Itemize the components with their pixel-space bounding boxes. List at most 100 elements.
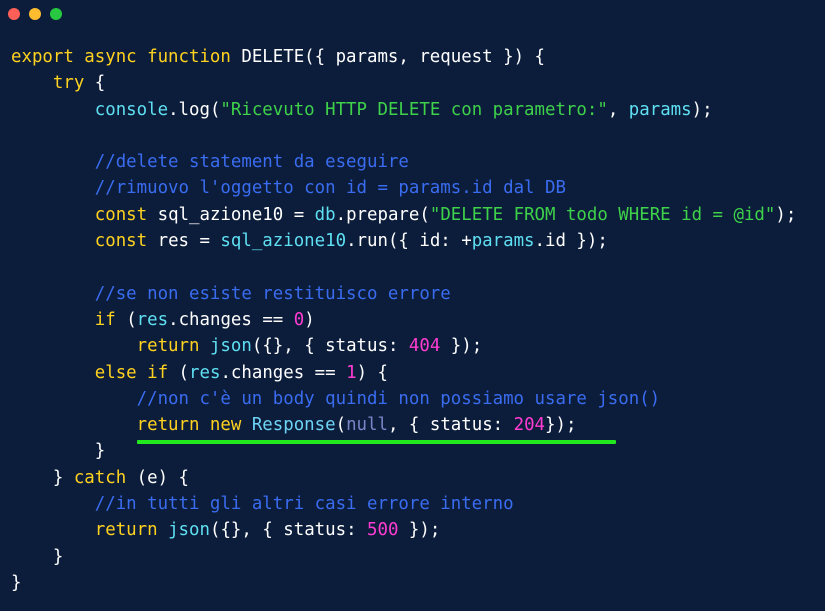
close-dot-icon[interactable] bbox=[8, 8, 20, 20]
code-line: try { bbox=[11, 70, 796, 96]
code-token: .log( bbox=[168, 99, 221, 120]
code-token: ( bbox=[115, 309, 137, 330]
code-token: //delete statement da eseguire bbox=[94, 152, 409, 173]
maximize-dot-icon[interactable] bbox=[50, 8, 62, 20]
code-token: } bbox=[11, 572, 22, 593]
code-token: .changes == bbox=[168, 309, 294, 330]
code-line: } catch (e) { bbox=[11, 465, 796, 491]
code-token: if bbox=[94, 309, 116, 330]
code-line: //delete statement da eseguire bbox=[11, 149, 796, 175]
code-token: (e) { bbox=[126, 467, 190, 488]
code-line: //se non esiste restituisco errore bbox=[11, 281, 796, 307]
code-token: return bbox=[94, 520, 158, 541]
code-token: res bbox=[136, 309, 169, 330]
code-token: , bbox=[607, 99, 629, 120]
code-token: console bbox=[94, 99, 169, 120]
code-line: return json({}, { status: 404 }); bbox=[11, 333, 796, 359]
code-token: db bbox=[314, 204, 336, 225]
minimize-dot-icon[interactable] bbox=[29, 8, 41, 20]
code-token: DELETE({ params, request }) { bbox=[241, 47, 545, 67]
code-line: //rimuovo l'oggetto con id = params.id d… bbox=[11, 175, 796, 201]
code-token: res bbox=[189, 362, 221, 383]
code-token: export async function bbox=[11, 47, 242, 67]
code-line: console.log("Ricevuto HTTP DELETE con pa… bbox=[11, 97, 796, 123]
code-token: 204 bbox=[513, 415, 546, 436]
code-token: }); bbox=[545, 415, 577, 436]
code-token: //in tutti gli altri casi errore interno bbox=[94, 494, 514, 515]
code-token: params bbox=[628, 99, 692, 120]
code-line: return json({}, { status: 500 }); bbox=[11, 517, 796, 543]
code-token: json bbox=[168, 520, 210, 541]
code-line: const sql_azione10 = db.prepare("DELETE … bbox=[11, 202, 797, 228]
code-token: sql_azione10 bbox=[220, 231, 347, 252]
code-token: } bbox=[11, 467, 74, 488]
code-token: json bbox=[209, 336, 252, 357]
code-token: { bbox=[84, 73, 106, 94]
code-token: //se non esiste restituisco errore bbox=[94, 283, 451, 304]
code-token: const bbox=[94, 204, 148, 225]
code-token: .changes == bbox=[220, 362, 347, 383]
code-token: ); bbox=[775, 204, 797, 225]
code-token: 404 bbox=[408, 336, 441, 357]
code-block: export async function DELETE({ params, r… bbox=[11, 44, 796, 596]
code-line: } bbox=[11, 544, 796, 570]
code-token: //non c'è un body quindi non possiamo us… bbox=[136, 388, 661, 409]
code-token: try bbox=[52, 73, 85, 94]
code-token: , { status: bbox=[387, 415, 514, 436]
code-token: catch bbox=[73, 467, 127, 488]
code-token: sql_azione10 = bbox=[147, 204, 315, 225]
code-token: 500 bbox=[367, 520, 399, 541]
code-token: .run({ id: + bbox=[346, 231, 472, 252]
code-token: return new bbox=[136, 415, 242, 436]
code-token: else if bbox=[94, 362, 169, 383]
code-line: //in tutti gli altri casi errore interno bbox=[11, 491, 796, 517]
code-token: //rimuovo l'oggetto con id = params.id d… bbox=[94, 178, 566, 199]
code-token: null bbox=[346, 415, 388, 436]
code-line: export async function DELETE({ params, r… bbox=[11, 44, 796, 70]
code-token: ({}, { status: bbox=[251, 336, 409, 357]
code-token: ({}, { status: bbox=[209, 520, 368, 541]
code-line: if (res.changes == 0) bbox=[11, 307, 796, 333]
code-window: export async function DELETE({ params, r… bbox=[0, 0, 825, 611]
code-token: "DELETE FROM todo WHERE id = @id" bbox=[429, 204, 776, 225]
code-token: return bbox=[136, 336, 200, 357]
window-controls bbox=[8, 8, 62, 20]
code-token: ) bbox=[304, 309, 315, 330]
code-line: const res = sql_azione10.run({ id: +para… bbox=[11, 228, 796, 254]
code-line: } bbox=[11, 570, 796, 596]
code-token: params bbox=[471, 231, 535, 252]
code-token: const bbox=[94, 231, 148, 252]
code-token: 1 bbox=[346, 362, 357, 383]
code-token: } bbox=[11, 441, 106, 462]
code-line: else if (res.changes == 1) { bbox=[11, 360, 796, 386]
code-token: ); bbox=[691, 99, 713, 120]
code-token: .prepare( bbox=[335, 204, 430, 225]
code-token: }); bbox=[440, 336, 483, 357]
code-token: ) { bbox=[356, 362, 388, 383]
highlight-underline bbox=[137, 440, 616, 444]
code-token: Response bbox=[251, 415, 336, 436]
code-line: //non c'è un body quindi non possiamo us… bbox=[11, 386, 796, 412]
code-token: } bbox=[11, 546, 64, 567]
code-token: 0 bbox=[293, 309, 305, 330]
code-token: }); bbox=[398, 520, 441, 541]
code-line-highlighted: return new Response(null, { status: 204}… bbox=[11, 412, 796, 438]
